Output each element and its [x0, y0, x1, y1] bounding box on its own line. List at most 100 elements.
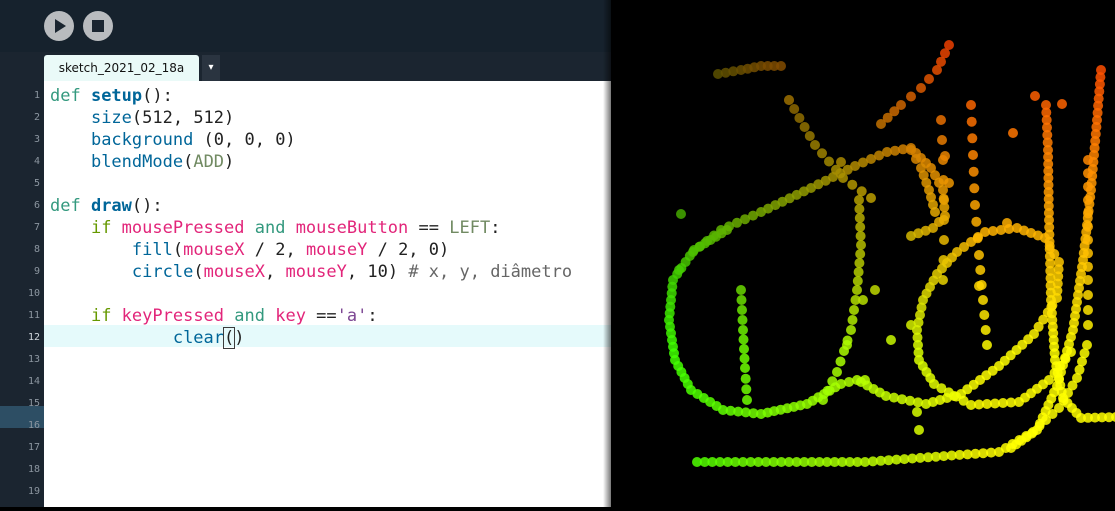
code-token: LEFT: [449, 218, 491, 238]
paint-dot: [817, 148, 827, 159]
code-editor[interactable]: def setup(): size(512, 512) background (…: [44, 81, 611, 507]
paint-dot: [870, 285, 880, 295]
paint-dot: [736, 295, 747, 305]
paint-dot: [911, 154, 921, 164]
line-number: 7: [33, 222, 40, 233]
chevron-down-icon: ▾: [208, 62, 214, 73]
code-line[interactable]: def draw():: [50, 195, 163, 217]
paint-dot: [1002, 218, 1012, 228]
paint-dot: [784, 95, 794, 105]
line-number: 8: [33, 244, 40, 255]
paint-dot: [855, 249, 866, 259]
code-line[interactable]: size(512, 512): [50, 107, 234, 129]
paint-dot: [1083, 155, 1093, 165]
line-number: 19: [27, 486, 40, 497]
line-number: 1: [33, 90, 40, 101]
tab-menu-button[interactable]: ▾: [202, 55, 220, 81]
code-token: 'a': [336, 306, 368, 326]
paint-dot: [854, 195, 864, 205]
paint-dot: [937, 135, 947, 145]
line-number: 16: [27, 420, 40, 431]
paint-dot: [842, 340, 852, 350]
line-number: 14: [27, 376, 40, 387]
paint-dot: [876, 119, 886, 129]
line-number-gutter: 1 2 3 4 5 6 7 8 9 10 11 12 13 14 15 16 17 18 19: [0, 81, 44, 507]
paint-dot: [739, 353, 750, 364]
paint-dot: [914, 425, 924, 435]
paint-dot: [936, 115, 946, 125]
paint-dot: [906, 145, 916, 155]
paint-dot: [776, 61, 786, 71]
code-line[interactable]: clear(): [50, 327, 245, 349]
code-token: ==: [305, 306, 337, 326]
paint-dot: [676, 209, 686, 219]
code-line[interactable]: if mousePressed and mouseButton == LEFT:: [50, 217, 500, 239]
paint-dot: [1083, 305, 1093, 315]
run-button[interactable]: [44, 11, 74, 41]
code-token: (: [183, 152, 194, 172]
paint-dot: [938, 275, 948, 285]
line-number: 13: [27, 354, 40, 365]
paint-dot: [970, 200, 980, 210]
paint-dot: [866, 193, 876, 203]
code-line[interactable]: background (0, 0, 0): [50, 129, 296, 151]
paint-dot: [738, 325, 748, 335]
paint-dot: [906, 231, 916, 241]
code-token: :: [367, 306, 378, 326]
paint-dot: [742, 395, 752, 405]
sketch-canvas[interactable]: [611, 0, 1115, 507]
paint-dot: [854, 258, 865, 268]
paint-dot: [939, 215, 949, 225]
paint-dot: [1008, 128, 1018, 138]
code-line[interactable]: circle(mouseX, mouseY, 10) # x, y, diâme…: [50, 261, 572, 283]
code-token: mouseY: [305, 240, 368, 260]
code-token: if: [90, 218, 122, 238]
paint-dot: [1083, 235, 1093, 245]
code-token: ): [234, 328, 245, 348]
paint-dot: [1082, 340, 1092, 350]
paint-dot: [939, 195, 949, 205]
paint-dot: [1006, 443, 1016, 453]
paint-dot: [968, 166, 979, 177]
paint-dot: [1083, 290, 1093, 300]
paint-dot: [1083, 208, 1093, 219]
code-line[interactable]: def setup():: [50, 85, 173, 107]
paint-dot: [835, 356, 846, 367]
paint-dot: [1083, 261, 1093, 272]
code-line[interactable]: if keyPressed and key =='a':: [50, 305, 378, 327]
line-number: 4: [33, 156, 40, 167]
sketch-output-window[interactable]: [611, 0, 1115, 507]
code-line[interactable]: blendMode(ADD): [50, 151, 234, 173]
line-number: 11: [27, 310, 40, 321]
toolbar: [0, 0, 611, 52]
line-number: 18: [27, 464, 40, 475]
paint-dot: [971, 216, 982, 227]
stop-button[interactable]: [83, 11, 113, 41]
paint-dot: [818, 395, 828, 405]
paint-dot: [854, 213, 865, 223]
tab-sketch[interactable]: sketch_2021_02_18a: [44, 55, 199, 81]
paint-dot: [1083, 248, 1093, 259]
paint-dot: [912, 407, 922, 417]
code-token: (512, 512): [131, 108, 235, 128]
paint-dot: [849, 305, 859, 315]
paint-dot: [736, 285, 746, 295]
code-token: ,: [264, 262, 286, 282]
paint-dot: [980, 325, 991, 335]
paint-dot: [974, 281, 984, 291]
paint-dot: [1083, 195, 1093, 205]
paint-dot: [827, 376, 838, 387]
code-line[interactable]: fill(mouseX / 2, mouseY / 2, 0): [50, 239, 449, 261]
paint-dot: [855, 222, 866, 232]
paint-dot: [930, 207, 940, 217]
paint-dot: [852, 276, 863, 286]
paint-dot: [847, 315, 858, 325]
editor-window: sketch_2021_02_18a ▾ 1 2 3 4 5 6 7 8 9 10 11 12 13 14…: [0, 0, 611, 507]
paint-dot: [967, 133, 978, 144]
paint-dot: [1083, 168, 1093, 179]
paint-dot: [739, 344, 749, 354]
paint-dot: [966, 100, 976, 110]
